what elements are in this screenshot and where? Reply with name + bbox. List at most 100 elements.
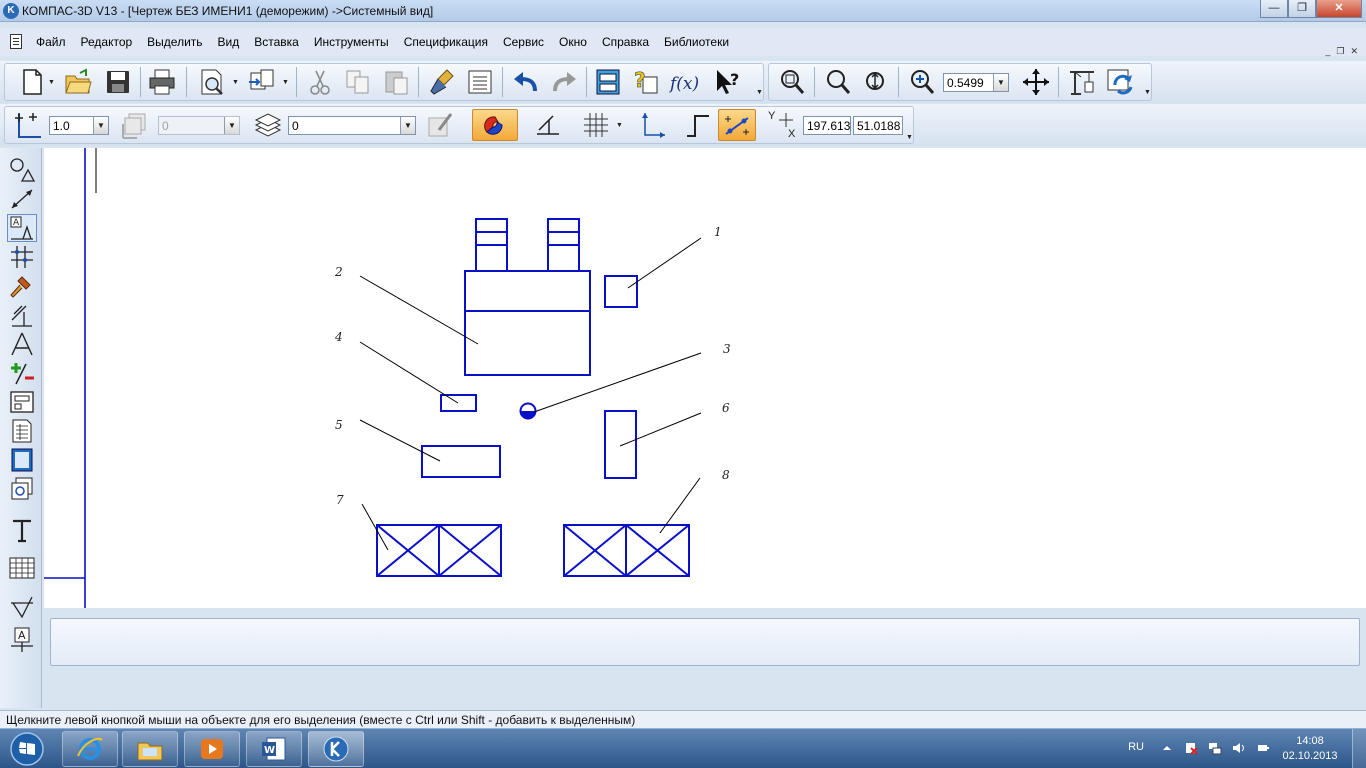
- help-pointer-icon[interactable]: ?: [712, 66, 744, 98]
- doc-close-button[interactable]: ✕: [1350, 46, 1358, 57]
- local-cs-icon[interactable]: [12, 109, 44, 141]
- reports-icon[interactable]: [7, 446, 37, 474]
- zoom-pan-icon[interactable]: [860, 66, 892, 98]
- taskbar-word-icon[interactable]: W: [246, 731, 302, 767]
- coordinate-system-icon[interactable]: [636, 109, 668, 141]
- designations-icon[interactable]: A: [7, 214, 37, 242]
- edit-grid-icon[interactable]: [7, 243, 37, 271]
- action-center-icon[interactable]: [1184, 741, 1198, 755]
- parametric-mode-icon[interactable]: [718, 109, 756, 141]
- properties-icon[interactable]: [464, 66, 496, 98]
- item-5-box[interactable]: [421, 445, 501, 478]
- menu-edit[interactable]: Редактор: [81, 35, 133, 49]
- close-button[interactable]: ✕: [1316, 0, 1362, 18]
- new-dropdown-icon[interactable]: ▼: [48, 79, 55, 86]
- leader-label-3[interactable]: 3: [723, 342, 731, 356]
- leader-label-1[interactable]: 1: [714, 225, 722, 239]
- network-icon[interactable]: [1208, 741, 1222, 755]
- leader-label-2[interactable]: 2: [334, 265, 343, 279]
- parametrization-icon[interactable]: [7, 301, 37, 329]
- text-icon[interactable]: [7, 516, 37, 544]
- toolbar-more-icon[interactable]: ▼: [756, 89, 763, 96]
- copy-icon[interactable]: [342, 66, 374, 98]
- orthogonal-icon[interactable]: [532, 109, 564, 141]
- show-hidden-icons-icon[interactable]: [1160, 741, 1174, 755]
- dimensions-icon[interactable]: [7, 185, 37, 213]
- pan-move-icon[interactable]: [1020, 66, 1052, 98]
- style-icon[interactable]: [424, 109, 456, 141]
- menu-view[interactable]: Вид: [218, 35, 240, 49]
- menu-help[interactable]: Справка: [602, 35, 649, 49]
- menu-tools[interactable]: Инструменты: [314, 35, 389, 49]
- function-icon[interactable]: f(x): [668, 66, 700, 98]
- menu-select[interactable]: Выделить: [147, 35, 202, 49]
- open-folder-icon[interactable]: [62, 66, 94, 98]
- save-icon[interactable]: [102, 66, 134, 98]
- associative-view-icon[interactable]: [7, 388, 37, 416]
- format-painter-icon[interactable]: [426, 66, 458, 98]
- layer-combo[interactable]: 0 ▼: [288, 116, 416, 135]
- item-4-box[interactable]: [440, 394, 477, 412]
- leader-label-6[interactable]: 6: [722, 401, 730, 415]
- show-desktop-button[interactable]: [1352, 729, 1366, 768]
- crane-icon[interactable]: [1066, 66, 1098, 98]
- menu-specification[interactable]: Спецификация: [404, 35, 488, 49]
- grid-dropdown-icon[interactable]: ▼: [616, 122, 623, 129]
- snap-magnet-icon[interactable]: [472, 109, 518, 141]
- layers-icon[interactable]: [252, 109, 284, 141]
- menu-service[interactable]: Сервис: [503, 35, 544, 49]
- print-icon[interactable]: [146, 66, 178, 98]
- doc-minimize-button[interactable]: _: [1325, 46, 1330, 57]
- library-manager-icon[interactable]: [592, 66, 624, 98]
- coord-x-input[interactable]: 197.613: [803, 116, 851, 135]
- angle-icon[interactable]: [118, 109, 150, 141]
- power-icon[interactable]: [1256, 741, 1270, 755]
- leader-label-4[interactable]: 4: [334, 330, 343, 344]
- grid-icon[interactable]: [580, 109, 612, 141]
- leader-label-8[interactable]: 8: [722, 468, 730, 482]
- zoom-window-icon[interactable]: [776, 66, 808, 98]
- leader-text-icon[interactable]: A: [7, 626, 37, 654]
- preview-dropdown-icon[interactable]: ▼: [232, 79, 239, 86]
- paste-icon[interactable]: [380, 66, 412, 98]
- redo-icon[interactable]: [548, 66, 580, 98]
- line-scale-combo[interactable]: 1.0 ▼: [49, 116, 109, 135]
- taskbar-ie-icon[interactable]: [62, 731, 118, 767]
- zoom-in-icon[interactable]: [906, 66, 938, 98]
- doc-restore-button[interactable]: ❐: [1336, 46, 1344, 57]
- menu-libraries[interactable]: Библиотеки: [664, 35, 729, 49]
- coord-y-input[interactable]: 51.0188: [853, 116, 903, 135]
- view-toolbar-more-icon[interactable]: ▼: [1144, 89, 1151, 96]
- geometry-icon[interactable]: [7, 156, 37, 184]
- maximize-button[interactable]: ❐: [1288, 0, 1316, 18]
- start-button[interactable]: [4, 731, 50, 767]
- volume-icon[interactable]: [1232, 741, 1246, 755]
- chevron-down-icon[interactable]: ▼: [400, 117, 415, 134]
- language-indicator[interactable]: RU: [1128, 741, 1144, 753]
- item-2-box[interactable]: [464, 270, 591, 376]
- chevron-down-icon[interactable]: ▼: [993, 74, 1008, 91]
- selection-plus-minus-icon[interactable]: [7, 359, 37, 387]
- taskbar-media-player-icon[interactable]: [184, 731, 240, 767]
- item-1-box[interactable]: [604, 275, 638, 308]
- new-document-icon[interactable]: [16, 66, 48, 98]
- document-icon[interactable]: [10, 34, 22, 49]
- leader-label-5[interactable]: 5: [335, 418, 343, 432]
- leader-label-7[interactable]: 7: [336, 493, 344, 507]
- manager-icon[interactable]: [246, 66, 278, 98]
- specification-icon[interactable]: [7, 417, 37, 445]
- manager-dropdown-icon[interactable]: ▼: [282, 79, 289, 86]
- menu-file[interactable]: Файл: [36, 35, 66, 49]
- minimize-button[interactable]: —: [1260, 0, 1288, 18]
- ortho-mode-icon[interactable]: [682, 109, 714, 141]
- zoom-scale-icon[interactable]: [822, 66, 854, 98]
- undo-icon[interactable]: [510, 66, 542, 98]
- measure-compass-icon[interactable]: [7, 330, 37, 358]
- drawing-canvas[interactable]: 1 2 3 4 5 6 7 8: [44, 148, 1366, 608]
- clock[interactable]: 14:08 02.10.2013: [1280, 734, 1340, 764]
- menu-insert[interactable]: Вставка: [254, 35, 299, 49]
- chevron-down-icon[interactable]: ▼: [93, 117, 108, 134]
- zoom-combo[interactable]: 0.5499 ▼: [943, 73, 1009, 92]
- refresh-icon[interactable]: [1104, 66, 1136, 98]
- taskbar-kompas-icon[interactable]: [308, 731, 364, 767]
